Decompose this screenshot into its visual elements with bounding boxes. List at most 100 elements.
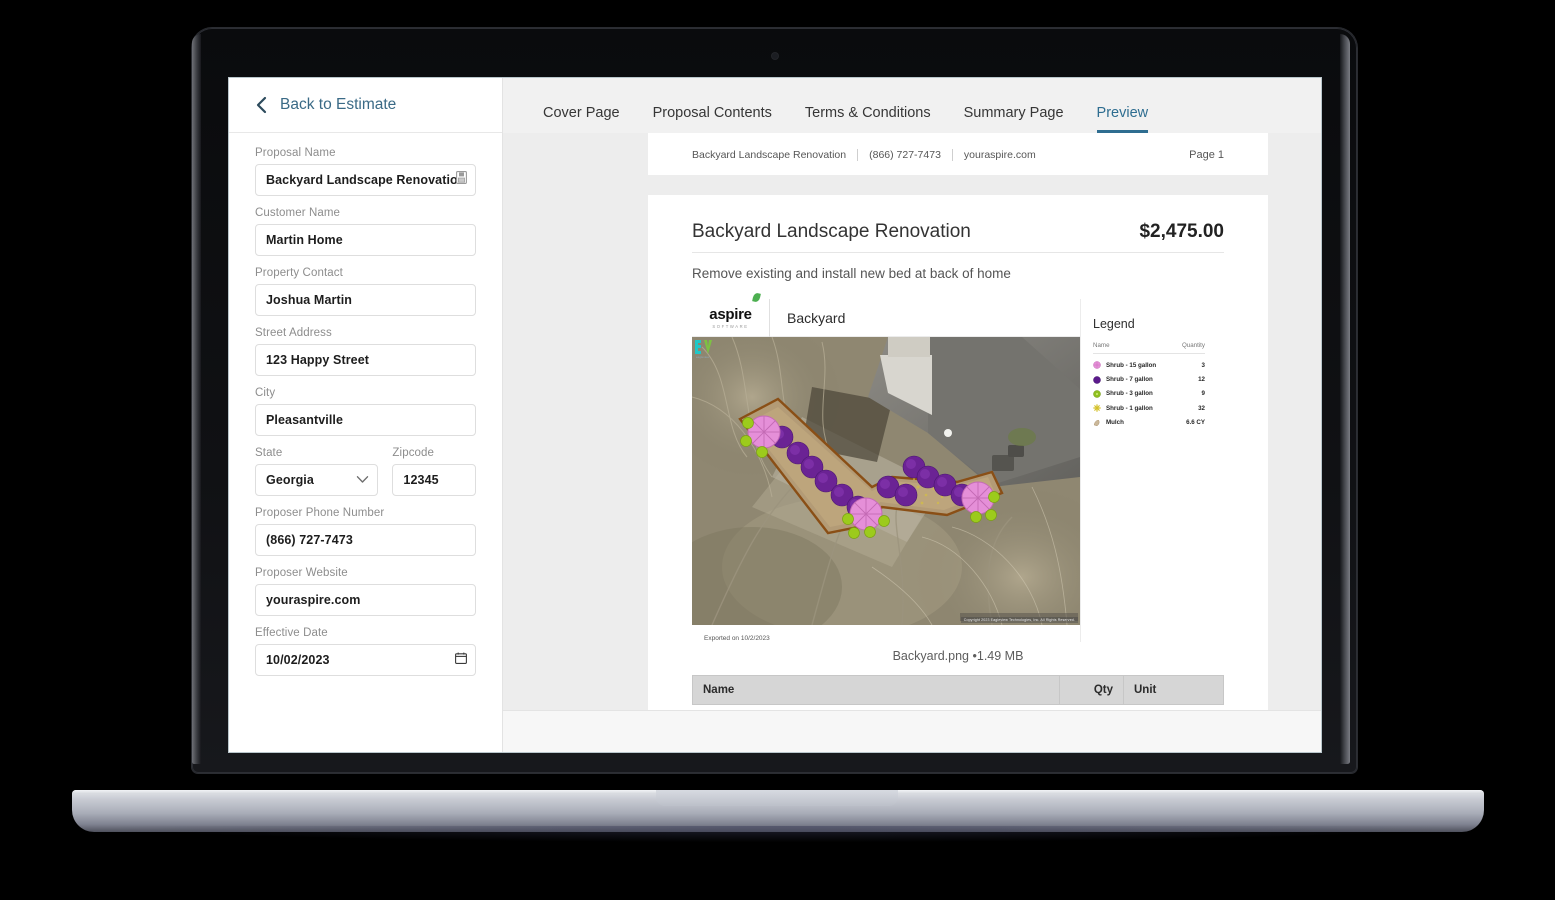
sidebar-footer-fill <box>229 710 503 752</box>
webcam-icon <box>772 53 778 59</box>
service-description: Remove existing and install new bed at b… <box>692 266 1224 281</box>
value-property-contact: Joshua Martin <box>266 293 352 307</box>
tab-preview[interactable]: Preview <box>1097 105 1149 133</box>
mulch-swatch-icon <box>1093 419 1101 427</box>
legend-item-qty: 6.6 CY <box>1186 419 1205 426</box>
table-col-name: Name <box>693 676 1060 705</box>
running-header-phone: (866) 727-7473 <box>869 149 941 161</box>
legend-item-name: Shrub - 1 gallon <box>1106 405 1153 412</box>
application-window: Back to Estimate Proposal Name Backyard … <box>229 78 1321 752</box>
legend-panel: Legend Name Quantity <box>1080 299 1217 642</box>
app-bottom-strip <box>229 710 1321 752</box>
label-property-contact: Property Contact <box>255 267 476 279</box>
label-street-address: Street Address <box>255 327 476 339</box>
input-proposal-name[interactable]: Backyard Landscape Renovation <box>255 164 476 196</box>
legend-row: Shrub - 7 gallon 12 <box>1093 372 1205 386</box>
field-street-address: Street Address 123 Happy Street <box>255 327 476 376</box>
map-column: aspire SOFTWARE Backyard <box>692 299 1080 642</box>
sidebar-form-panel: Back to Estimate Proposal Name Backyard … <box>229 78 503 710</box>
label-proposer-phone: Proposer Phone Number <box>255 507 476 519</box>
input-customer-name[interactable]: Martin Home <box>255 224 476 256</box>
field-proposal-name: Proposal Name Backyard Landscape Renovat… <box>255 147 476 196</box>
input-street-address[interactable]: 123 Happy Street <box>255 344 476 376</box>
aspire-subtitle: SOFTWARE <box>712 324 748 329</box>
field-proposer-phone: Proposer Phone Number (866) 727-7473 <box>255 507 476 556</box>
legend-row: Shrub - 15 gallon 3 <box>1093 358 1205 372</box>
input-proposer-website[interactable]: youraspire.com <box>255 584 476 616</box>
input-effective-date[interactable]: 10/02/2023 <box>255 644 476 676</box>
tab-terms-conditions[interactable]: Terms & Conditions <box>805 105 931 133</box>
field-zipcode: Zipcode 12345 <box>392 447 476 496</box>
leaf-icon <box>752 292 761 302</box>
running-header-name: Backyard Landscape Renovation <box>692 149 846 161</box>
laptop-shadow <box>120 826 1440 842</box>
preview-footer-bar <box>503 710 1321 752</box>
legend-col-quantity: Quantity <box>1182 342 1205 349</box>
shrub-7-gallon-swatch-icon <box>1093 376 1101 384</box>
tab-cover-page[interactable]: Cover Page <box>543 105 620 133</box>
table-col-unit: Unit <box>1124 676 1224 705</box>
field-effective-date: Effective Date 10/02/2023 <box>255 627 476 676</box>
legend-item-qty: 12 <box>1198 376 1205 383</box>
value-proposer-phone: (866) 727-7473 <box>266 533 353 547</box>
document-page: Backyard Landscape Renovation (866) 727-… <box>648 133 1268 752</box>
attachment-caption: Backyard.png •1.49 MB <box>692 642 1224 675</box>
back-to-estimate-button[interactable]: Back to Estimate <box>255 96 396 114</box>
label-proposer-website: Proposer Website <box>255 567 476 579</box>
chevron-down-icon <box>356 471 369 489</box>
divider <box>952 149 953 161</box>
aerial-site-photo[interactable]: eagleview Copyright 2023 Eagleview Techn… <box>692 337 1080 625</box>
service-title: Backyard Landscape Renovation <box>692 221 971 243</box>
legend-row: Mulch 6.6 CY <box>1093 416 1205 430</box>
map-copyright: Copyright 2023 Eagleview Technologies, I… <box>961 617 1078 623</box>
legend-title: Legend <box>1093 317 1205 331</box>
legend-row: Shrub - 1 gallon 32 <box>1093 401 1205 415</box>
shrub-3-gallon-swatch-icon <box>1093 390 1101 398</box>
value-city: Pleasantville <box>266 413 343 427</box>
shrub-1-gallon-swatch-icon <box>1093 404 1101 412</box>
value-customer-name: Martin Home <box>266 233 343 247</box>
tab-summary-page[interactable]: Summary Page <box>964 105 1064 133</box>
exported-on-label: Exported on 10/2/2023 <box>692 625 1080 642</box>
field-proposer-website: Proposer Website youraspire.com <box>255 567 476 616</box>
tab-proposal-contents[interactable]: Proposal Contents <box>653 105 772 133</box>
value-proposer-website: youraspire.com <box>266 593 361 607</box>
state-zip-row: State Georgia Zipcode <box>255 447 476 507</box>
aspire-wordmark: aspire <box>709 307 751 322</box>
map-title: Backyard <box>770 310 845 326</box>
map-header: aspire SOFTWARE Backyard <box>692 299 1080 337</box>
aspire-logo: aspire SOFTWARE <box>692 299 770 337</box>
select-state[interactable]: Georgia <box>255 464 378 496</box>
value-state: Georgia <box>266 473 314 487</box>
input-property-contact[interactable]: Joshua Martin <box>255 284 476 316</box>
value-zipcode: 12345 <box>403 473 438 487</box>
document-scroll-area[interactable]: Backyard Landscape Renovation (866) 727-… <box>503 133 1321 752</box>
label-city: City <box>255 387 476 399</box>
input-zipcode[interactable]: 12345 <box>392 464 476 496</box>
calendar-icon[interactable] <box>455 651 467 669</box>
field-property-contact: Property Contact Joshua Martin <box>255 267 476 316</box>
label-state: State <box>255 447 378 459</box>
legend-col-name: Name <box>1093 342 1110 349</box>
legend-item-name: Mulch <box>1106 419 1124 426</box>
running-header-website: youraspire.com <box>964 149 1036 161</box>
eagleview-watermark-icon: eagleview <box>692 337 718 359</box>
site-map-export-card: aspire SOFTWARE Backyard <box>692 299 1224 642</box>
chevron-left-icon <box>255 96 268 114</box>
table-col-qty: Qty <box>1060 676 1124 705</box>
input-city[interactable]: Pleasantville <box>255 404 476 436</box>
save-icon[interactable] <box>456 171 467 189</box>
screenshot-stage: Back to Estimate Proposal Name Backyard … <box>0 0 1555 900</box>
laptop-screen: Back to Estimate Proposal Name Backyard … <box>229 78 1321 752</box>
legend-item-qty: 9 <box>1202 390 1205 397</box>
service-title-row: Backyard Landscape Renovation $2,475.00 <box>692 221 1224 253</box>
value-effective-date: 10/02/2023 <box>266 653 330 667</box>
input-proposer-phone[interactable]: (866) 727-7473 <box>255 524 476 556</box>
proposal-form: Proposal Name Backyard Landscape Renovat… <box>229 133 502 676</box>
document-body: Backyard Landscape Renovation $2,475.00 … <box>648 195 1268 731</box>
page-number: Page 1 <box>1189 149 1224 161</box>
field-city: City Pleasantville <box>255 387 476 436</box>
label-effective-date: Effective Date <box>255 627 476 639</box>
laptop-base-notch <box>656 790 898 806</box>
service-price: $2,475.00 <box>1139 221 1224 243</box>
